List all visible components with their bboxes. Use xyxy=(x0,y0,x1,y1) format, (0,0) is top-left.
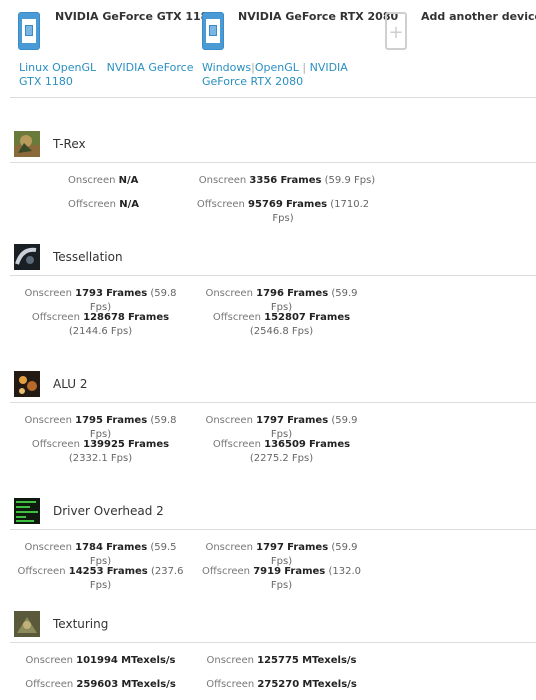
result-b-offscreen: Offscreen 7919 Frames (132.0 Fps) xyxy=(202,566,361,591)
result-b-offscreen: Offscreen 95769 Frames (1710.2 Fps) xyxy=(196,199,370,224)
section-title: Tessellation xyxy=(53,250,123,264)
header-divider xyxy=(10,97,536,98)
result-a-offscreen: Offscreen 14253 Frames (237.6 Fps) xyxy=(17,566,184,591)
section-divider xyxy=(10,642,536,643)
section-divider xyxy=(10,529,536,530)
device-2-os-link[interactable]: Windows xyxy=(202,61,251,74)
section-texturing: Texturing xyxy=(0,611,536,645)
section-title: T-Rex xyxy=(53,137,86,151)
section-divider xyxy=(10,275,536,276)
result-a-onscreen: Onscreen 101994 MTexels/s xyxy=(25,655,176,666)
result-a-offscreen: Offscreen 139925 Frames (2332.1 Fps) xyxy=(31,439,170,464)
section-title: ALU 2 xyxy=(53,377,88,391)
device-1-links: Linux OpenGL NVIDIA GeForce GTX 1180 xyxy=(19,61,209,89)
device-2-links: Windows|OpenGL | NVIDIA GeForce RTX 2080 xyxy=(202,61,348,88)
add-device-icon: + xyxy=(385,12,409,52)
section-alu2: ALU 2 xyxy=(0,371,536,405)
section-tessellation: Tessellation xyxy=(0,244,536,278)
phone-icon xyxy=(202,12,226,52)
section-divider xyxy=(10,402,536,403)
section-divider xyxy=(10,162,536,163)
result-a-offscreen: Offscreen 259603 MTexels/s xyxy=(25,679,176,690)
section-title: Driver Overhead 2 xyxy=(53,504,164,518)
section-driver-overhead2: Driver Overhead 2 xyxy=(0,498,536,532)
section-title: Texturing xyxy=(53,617,109,631)
result-b-offscreen: Offscreen 152807 Frames (2546.8 Fps) xyxy=(212,312,351,337)
tessellation-thumbnail-icon xyxy=(14,244,40,270)
result-b-offscreen: Offscreen 136509 Frames (2275.2 Fps) xyxy=(212,439,351,464)
add-device-label[interactable]: Add another device xyxy=(421,10,536,23)
section-trex: T-Rex xyxy=(0,131,536,165)
driver-overhead-thumbnail-icon xyxy=(14,498,40,524)
result-a-offscreen: Offscreen 128678 Frames (2144.6 Fps) xyxy=(31,312,170,337)
phone-icon xyxy=(18,12,42,52)
device-1-name[interactable]: NVIDIA GeForce GTX 1180 xyxy=(55,10,216,23)
texturing-thumbnail-icon xyxy=(14,611,40,637)
device-1-os-link[interactable]: Linux OpenGL xyxy=(19,61,96,74)
result-b-offscreen: Offscreen 275270 MTexels/s xyxy=(206,679,357,690)
result-b-onscreen: Onscreen 125775 MTexels/s xyxy=(206,655,357,666)
result-b-onscreen: Onscreen 3356 Frames (59.9 Fps) xyxy=(198,175,376,186)
device-2-name[interactable]: NVIDIA GeForce RTX 2080 xyxy=(238,10,398,23)
device-2-api-link[interactable]: OpenGL xyxy=(255,61,299,74)
trex-thumbnail-icon xyxy=(14,131,40,157)
alu2-thumbnail-icon xyxy=(14,371,40,397)
